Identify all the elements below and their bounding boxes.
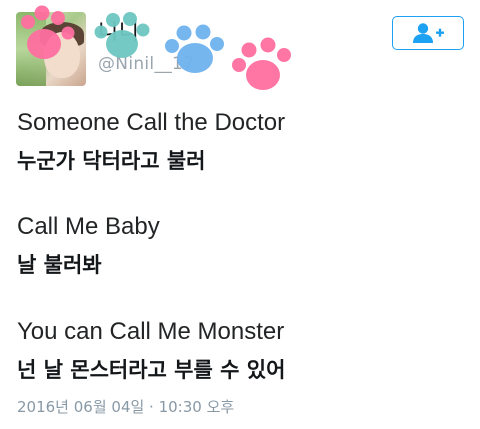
user-handle[interactable]: @Ninil__17 xyxy=(98,54,194,74)
add-user-icon xyxy=(413,23,444,43)
tweet-line-korean: 넌 날 몬스터라고 부를 수 있어 xyxy=(17,358,286,382)
avatar-face xyxy=(44,32,80,78)
tweet-line-english: Call Me Baby xyxy=(17,213,160,240)
avatar[interactable] xyxy=(16,12,86,86)
tweet-line-english: Someone Call the Doctor xyxy=(17,109,286,136)
tweet-line-korean: 날 불러봐 xyxy=(17,253,102,277)
tweet-line-korean: 누군가 닥터라고 불러 xyxy=(17,149,206,173)
paw-icon xyxy=(232,37,291,90)
tweet-line-english: You can Call Me Monster xyxy=(17,318,285,345)
avatar-background xyxy=(16,12,46,86)
display-name[interactable]: 니니 xyxy=(98,14,139,46)
follow-button[interactable] xyxy=(392,16,464,50)
tweet-timestamp[interactable]: 2016년 06월 04일 · 10:30 오후 xyxy=(17,396,234,417)
